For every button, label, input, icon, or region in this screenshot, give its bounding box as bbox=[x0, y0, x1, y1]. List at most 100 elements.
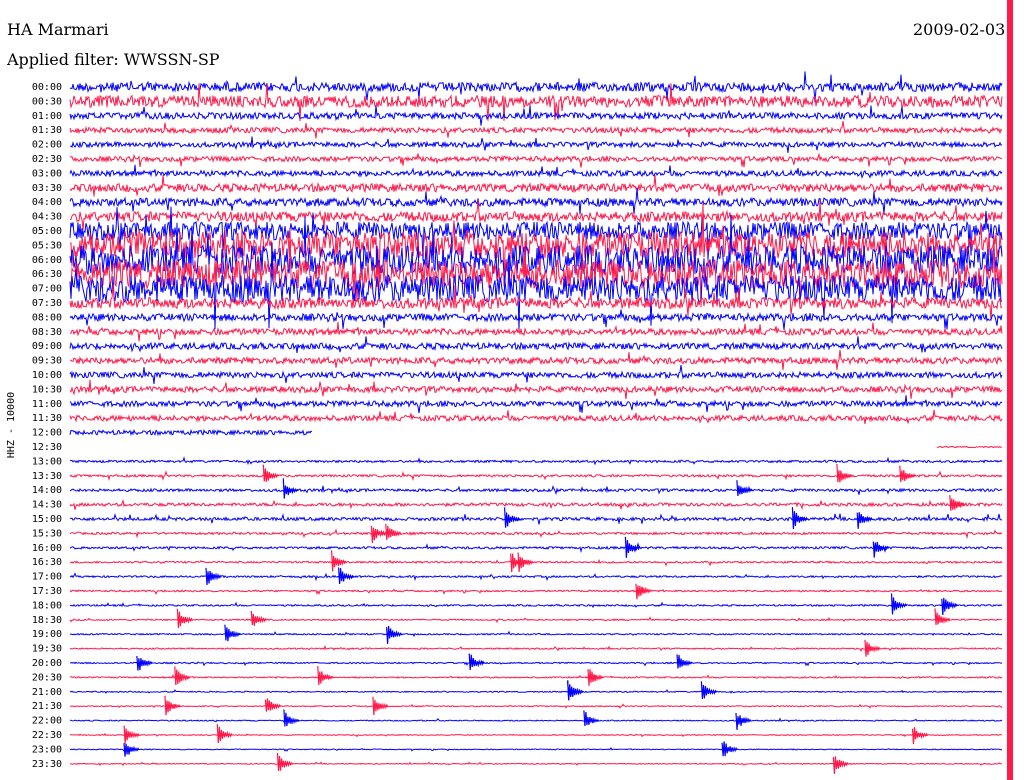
event-burst bbox=[890, 593, 908, 615]
trace-line bbox=[69, 379, 1003, 400]
row-label: 11:30 bbox=[32, 413, 62, 424]
trace-line bbox=[69, 321, 1003, 342]
trace-line bbox=[69, 717, 1003, 723]
trace-line bbox=[69, 395, 1003, 414]
row-label: 20:30 bbox=[32, 672, 62, 683]
event-burst bbox=[941, 597, 958, 616]
trace-line bbox=[69, 630, 1003, 638]
event-burst bbox=[370, 525, 387, 544]
event-burst bbox=[721, 741, 738, 757]
row-label: 16:00 bbox=[32, 543, 62, 554]
event-burst bbox=[386, 625, 403, 644]
event-burst bbox=[385, 523, 402, 540]
row-label: 17:30 bbox=[32, 586, 62, 597]
event-burst bbox=[264, 698, 281, 712]
trace-line bbox=[69, 409, 1003, 425]
current-time-marker bbox=[1007, 0, 1013, 780]
trace-line bbox=[69, 456, 1003, 466]
row-label: 22:00 bbox=[32, 716, 62, 727]
row-label: 14:00 bbox=[32, 485, 62, 496]
event-burst bbox=[468, 653, 485, 671]
event-burst bbox=[504, 507, 521, 528]
event-burst bbox=[949, 495, 966, 511]
event-burst bbox=[176, 608, 193, 628]
trace-line bbox=[69, 761, 1003, 767]
row-label: 10:00 bbox=[32, 370, 62, 381]
row-label: 21:00 bbox=[32, 687, 62, 698]
row-label: 12:00 bbox=[32, 428, 62, 439]
event-burst bbox=[338, 567, 355, 585]
row-label: 18:00 bbox=[32, 600, 62, 611]
row-label: 13:00 bbox=[32, 456, 62, 467]
event-burst bbox=[836, 463, 853, 483]
event-burst bbox=[276, 752, 294, 772]
row-label: 19:30 bbox=[32, 644, 62, 655]
channel-label: HHZ - 10000 bbox=[6, 392, 17, 458]
row-label: 01:00 bbox=[32, 111, 62, 122]
row-label: 11:00 bbox=[32, 399, 62, 410]
row-label: 03:00 bbox=[32, 168, 62, 179]
event-burst bbox=[832, 756, 849, 774]
event-burst bbox=[856, 512, 873, 529]
event-burst bbox=[216, 724, 233, 744]
event-burst bbox=[136, 655, 153, 671]
trace-line bbox=[69, 365, 1003, 384]
seismic-traces bbox=[69, 71, 1003, 774]
row-label: 07:00 bbox=[32, 284, 62, 295]
event-burst bbox=[282, 478, 299, 499]
trace-line bbox=[936, 445, 1002, 449]
event-burst bbox=[205, 567, 222, 586]
trace-line bbox=[69, 732, 1003, 738]
trace-line bbox=[69, 349, 1003, 371]
row-label: 06:30 bbox=[32, 269, 62, 280]
event-burst bbox=[791, 507, 808, 530]
event-burst bbox=[899, 465, 916, 483]
event-burst bbox=[262, 464, 279, 482]
trace-line bbox=[69, 105, 1003, 126]
trace-line bbox=[69, 499, 1003, 511]
event-burst bbox=[123, 725, 140, 744]
row-label: 15:00 bbox=[32, 514, 62, 525]
row-label: 06:00 bbox=[32, 255, 62, 266]
row-label: 05:00 bbox=[32, 226, 62, 237]
trace-line bbox=[69, 121, 1003, 139]
trace-line bbox=[69, 558, 1003, 567]
trace-line bbox=[69, 152, 1003, 168]
event-burst bbox=[224, 624, 241, 642]
trace-line bbox=[69, 616, 1003, 624]
event-burst bbox=[250, 610, 267, 626]
row-label: 02:00 bbox=[32, 140, 62, 151]
row-label: 04:30 bbox=[32, 212, 62, 223]
event-burst bbox=[864, 639, 881, 657]
row-label: 14:30 bbox=[32, 500, 62, 511]
row-label: 00:00 bbox=[32, 82, 62, 93]
event-burst bbox=[735, 712, 752, 730]
trace-line bbox=[69, 586, 1003, 596]
row-label: 04:00 bbox=[32, 197, 62, 208]
event-burst bbox=[624, 536, 641, 558]
event-burst bbox=[317, 666, 334, 686]
trace-line bbox=[69, 428, 313, 437]
event-burst bbox=[164, 695, 181, 716]
row-label: 21:30 bbox=[32, 701, 62, 712]
event-burst bbox=[872, 541, 889, 558]
event-burst bbox=[283, 709, 300, 727]
trace-line bbox=[69, 188, 1003, 215]
row-label: 05:30 bbox=[32, 240, 62, 251]
event-burst bbox=[583, 710, 600, 726]
event-burst bbox=[123, 743, 140, 757]
trace-line bbox=[69, 136, 1003, 153]
row-label: 15:30 bbox=[32, 528, 62, 539]
event-burst bbox=[676, 654, 693, 669]
event-burst bbox=[174, 666, 191, 686]
row-label: 01:30 bbox=[32, 125, 62, 136]
trace-line bbox=[69, 673, 1003, 680]
trace-line bbox=[69, 660, 1003, 667]
event-burst bbox=[517, 552, 534, 572]
row-label: 23:30 bbox=[32, 759, 62, 770]
trace-line bbox=[69, 528, 1003, 540]
row-label: 13:30 bbox=[32, 471, 62, 482]
helicorder-plot: 00:00 00:30 01:00 01:30 02:00 02:30 03:00 03:30… bbox=[6, 0, 1013, 780]
trace-line bbox=[69, 485, 1003, 496]
row-label: 17:00 bbox=[32, 572, 62, 583]
